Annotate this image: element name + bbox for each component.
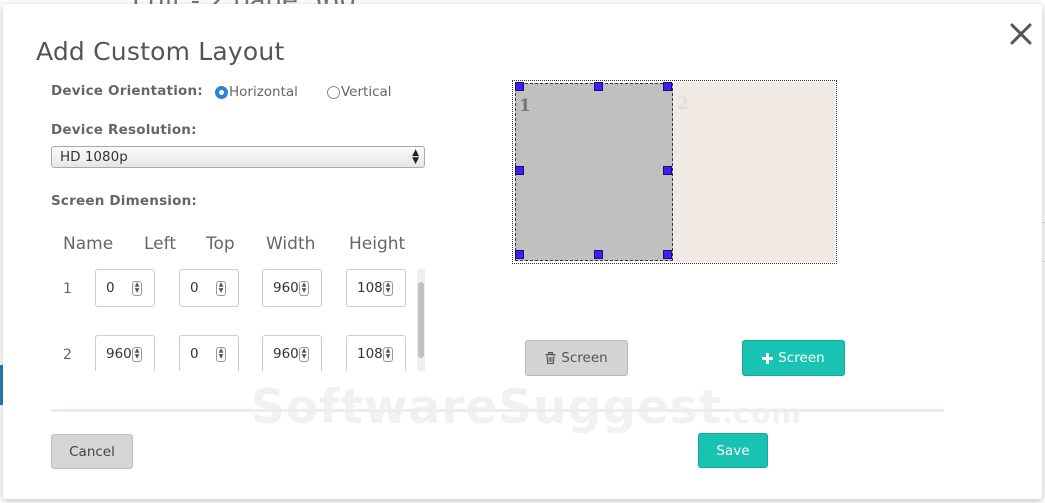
- row1-top-input[interactable]: 0 ▲ ▼: [179, 269, 239, 307]
- resize-handle-top[interactable]: [594, 82, 603, 91]
- radio-unchecked-icon: [327, 85, 340, 99]
- resize-handle-right[interactable]: [663, 166, 672, 175]
- row2-top-input[interactable]: 0 ▲ ▼: [179, 335, 239, 371]
- device-resolution-label: Device Resolution:: [51, 122, 197, 138]
- row1-width-value: 960: [273, 280, 299, 296]
- dimension-table-scroll[interactable]: 1 0 ▲▼ 0 ▲▼ 960 ▲▼ 1080 ▲▼ 2 960 ▲▼ 0 ▲▼…: [51, 269, 427, 371]
- spinner-icon[interactable]: ▲ ▼: [299, 347, 309, 362]
- watermark-suffix: .com: [722, 397, 802, 430]
- preview-screen-2[interactable]: 2: [674, 82, 835, 262]
- row1-left-input[interactable]: 0 ▲ ▼: [95, 269, 155, 307]
- row1-width-input[interactable]: 960 ▲ ▼: [262, 269, 322, 307]
- table-scrollbar-thumb[interactable]: [418, 282, 424, 358]
- radio-checked-icon: [215, 85, 228, 99]
- device-orientation-label: Device Orientation:: [51, 83, 203, 99]
- spinner-icon[interactable]: ▲ ▼: [216, 347, 226, 362]
- preview-screen-1[interactable]: 1: [515, 83, 673, 261]
- row-name-2: 2: [63, 347, 72, 363]
- row2-height-value: 1080: [357, 346, 383, 362]
- resize-handle-top-right[interactable]: [663, 82, 672, 91]
- row2-width-input[interactable]: 960 ▲ ▼: [262, 335, 322, 371]
- watermark-main: SoftwareSuggest: [251, 380, 723, 435]
- resize-handle-bottom-right[interactable]: [663, 250, 672, 259]
- row2-height-input[interactable]: 1080 ▲▼: [346, 335, 406, 371]
- resize-handle-bottom-left[interactable]: [515, 250, 524, 259]
- column-header-left: Left: [144, 234, 176, 254]
- orientation-vertical-label: Vertical: [341, 84, 392, 100]
- device-resolution-select[interactable]: HD 1080p ▲ ▼: [51, 146, 425, 168]
- orientation-horizontal-radio[interactable]: Horizontal: [215, 84, 298, 100]
- row2-width-value: 960: [273, 346, 299, 362]
- spinner-icon[interactable]: ▲ ▼: [132, 347, 142, 362]
- add-custom-layout-modal: Add Custom Layout Device Orientation: Ho…: [3, 4, 1042, 499]
- remove-screen-button[interactable]: Screen: [525, 340, 628, 376]
- cancel-button[interactable]: Cancel: [51, 434, 133, 469]
- row2-left-value: 960: [106, 346, 132, 362]
- column-header-name: Name: [63, 234, 114, 254]
- row2-top-value: 0: [190, 346, 199, 362]
- preview-screen-1-label: 1: [519, 96, 531, 116]
- device-resolution-value: HD 1080p: [60, 149, 128, 165]
- screen-dimension-label: Screen Dimension:: [51, 193, 198, 209]
- footer-divider: [51, 409, 944, 412]
- orientation-horizontal-label: Horizontal: [229, 84, 298, 100]
- row1-height-input[interactable]: 1080 ▲▼: [346, 269, 406, 307]
- spinner-icon[interactable]: ▲ ▼: [132, 281, 142, 296]
- spinner-icon[interactable]: ▲ ▼: [383, 347, 393, 362]
- column-header-height: Height: [349, 234, 406, 254]
- row2-left-input[interactable]: 960 ▲ ▼: [95, 335, 155, 371]
- spinner-icon[interactable]: ▲ ▼: [299, 281, 309, 296]
- remove-screen-label: Screen: [561, 350, 608, 366]
- modal-title: Add Custom Layout: [36, 37, 285, 66]
- row1-height-value: 1080: [357, 280, 383, 296]
- plus-icon: [762, 352, 774, 364]
- save-button[interactable]: Save: [698, 433, 768, 468]
- resize-handle-top-left[interactable]: [515, 82, 524, 91]
- select-arrows-icon: ▲ ▼: [412, 148, 419, 166]
- preview-screen-2-label: 2: [677, 94, 689, 114]
- orientation-vertical-radio[interactable]: Vertical: [327, 84, 392, 100]
- resize-handle-bottom[interactable]: [594, 250, 603, 259]
- resize-handle-left[interactable]: [515, 166, 524, 175]
- spinner-icon[interactable]: ▲ ▼: [383, 281, 393, 296]
- close-icon: [1010, 23, 1032, 45]
- trash-icon: [545, 352, 556, 364]
- row1-top-value: 0: [190, 280, 199, 296]
- close-button[interactable]: [1008, 21, 1034, 47]
- row1-left-value: 0: [106, 280, 115, 296]
- add-screen-button[interactable]: Screen: [742, 340, 845, 376]
- watermark: SoftwareSuggest.com: [251, 380, 802, 435]
- layout-preview-canvas[interactable]: 2 1: [512, 80, 837, 264]
- column-header-width: Width: [266, 234, 316, 254]
- row-name-1: 1: [63, 281, 72, 297]
- column-header-top: Top: [206, 234, 235, 254]
- spinner-icon[interactable]: ▲ ▼: [216, 281, 226, 296]
- add-screen-label: Screen: [778, 350, 825, 366]
